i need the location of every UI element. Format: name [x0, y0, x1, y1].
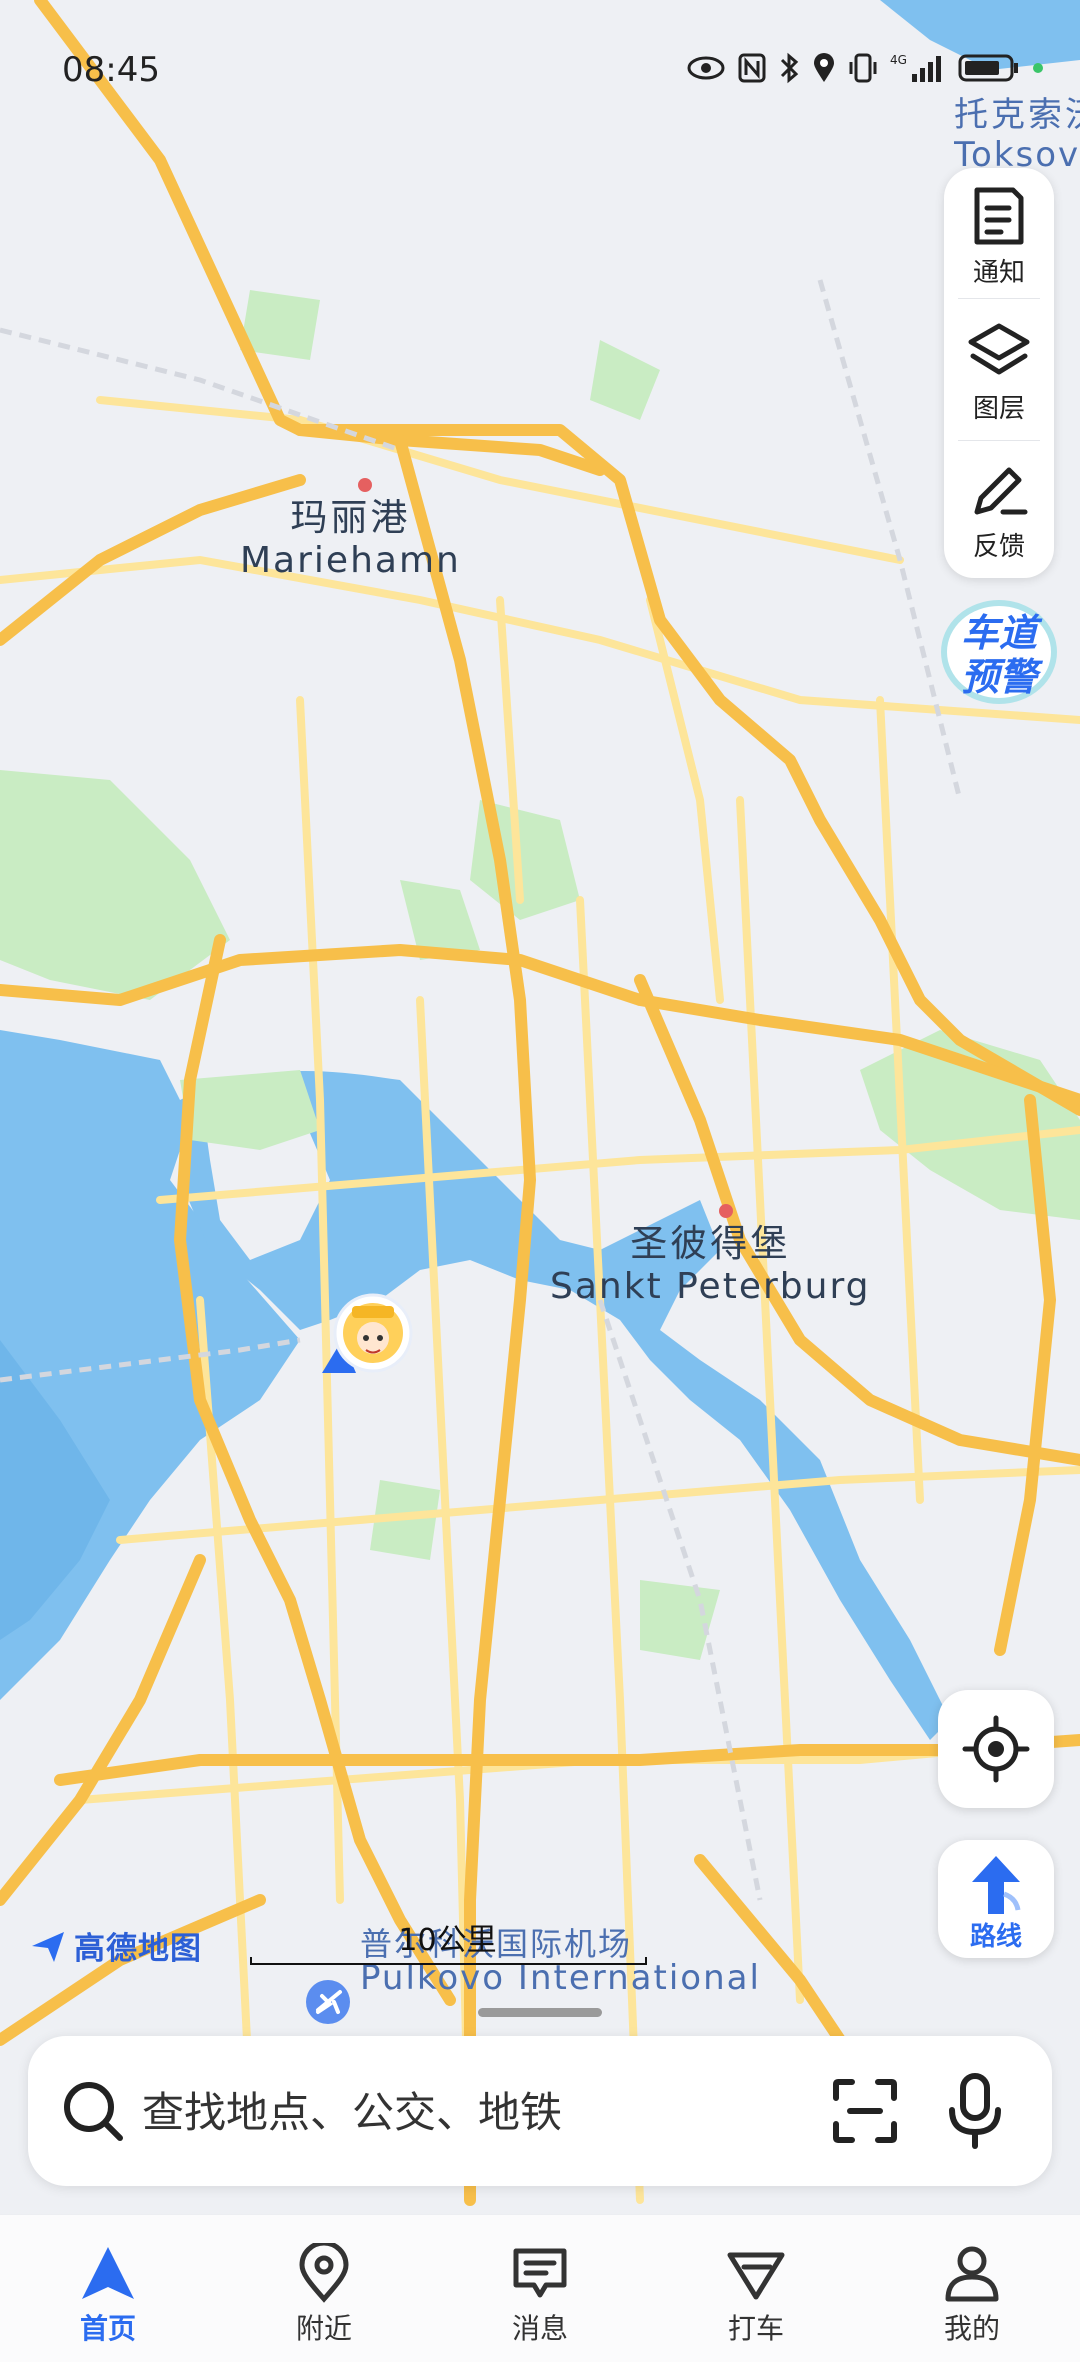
- notify-icon: [974, 187, 1024, 245]
- network-type: 4G: [890, 53, 907, 67]
- brand-name: 高德地图: [74, 1931, 202, 1967]
- lane-warning-button[interactable]: 车道 预警: [936, 596, 1062, 708]
- app-root: 玛丽港 Mariehamn 圣彼得堡 Sankt Peterburg 托克索沃 …: [0, 0, 1080, 2362]
- feedback-label: 反馈: [972, 532, 1025, 562]
- search-input[interactable]: [140, 2080, 824, 2144]
- vibrate-icon: [849, 53, 877, 83]
- eye-icon: [687, 56, 725, 80]
- amap-arrow-icon: [32, 1931, 64, 1962]
- signal-4g-icon: 4G: [890, 53, 941, 82]
- map-graphic: [0, 0, 1080, 2215]
- route-label: 路线: [969, 1922, 1022, 1952]
- nav-messages-label: 消息: [511, 2312, 568, 2345]
- nearby-pin-icon: [299, 2243, 349, 2303]
- scan-icon: [833, 2079, 897, 2143]
- nav-mine-label: 我的: [943, 2312, 1000, 2345]
- message-icon: [513, 2248, 567, 2298]
- spb-dot: [719, 1204, 733, 1218]
- scale-label: 10公里: [398, 1923, 497, 1958]
- nav-nearby-label: 附近: [295, 2312, 352, 2345]
- status-icons: 4G: [686, 52, 1044, 84]
- profile-icon: [945, 2246, 999, 2302]
- map-scale: 10公里: [250, 1915, 647, 1965]
- amap-brand-logo: 高德地图: [30, 1923, 202, 1968]
- green-dot-icon: [1033, 63, 1043, 73]
- scan-button[interactable]: [830, 2076, 900, 2146]
- crosshair-icon: [962, 1715, 1030, 1783]
- layers-button[interactable]: 图层: [944, 304, 1054, 434]
- nfc-icon: [738, 53, 766, 83]
- lane-warning-badge: 车道 预警: [941, 600, 1057, 704]
- mariehamn-en: Mariehamn: [240, 540, 461, 582]
- sheet-drag-handle[interactable]: [478, 2008, 602, 2017]
- scale-line: [250, 1957, 647, 1965]
- route-button[interactable]: 路线: [938, 1840, 1054, 1958]
- search-bar[interactable]: [28, 2036, 1052, 2186]
- search-icon: [64, 2082, 123, 2141]
- mariehamn-dot: [358, 478, 372, 492]
- nav-taxi[interactable]: 打车: [681, 2215, 831, 2362]
- tool-divider: [958, 298, 1040, 299]
- taxi-flag-icon: [727, 2252, 785, 2300]
- pencil-icon: [974, 467, 1028, 515]
- microphone-icon: [949, 2073, 1001, 2149]
- tool-divider: [958, 440, 1040, 441]
- nav-nearby[interactable]: 附近: [249, 2215, 399, 2362]
- notify-label: 通知: [972, 258, 1025, 288]
- map-canvas[interactable]: 玛丽港 Mariehamn 圣彼得堡 Sankt Peterburg 托克索沃 …: [0, 0, 1080, 2215]
- layers-icon: [968, 323, 1030, 375]
- nav-taxi-label: 打车: [727, 2312, 784, 2345]
- battery-icon: [958, 54, 1018, 82]
- nav-home[interactable]: 首页: [33, 2215, 183, 2362]
- lane-warning-line1: 车道: [961, 611, 1043, 655]
- spb-en: Sankt Peterburg: [550, 1266, 871, 1308]
- mariehamn-zh: 玛丽港: [290, 496, 411, 539]
- nav-home-label: 首页: [79, 2312, 136, 2345]
- mariehamn-label[interactable]: 玛丽港 Mariehamn: [240, 496, 461, 582]
- nav-messages[interactable]: 消息: [465, 2215, 615, 2362]
- spb-zh: 圣彼得堡: [630, 1222, 791, 1265]
- bluetooth-icon: [780, 52, 799, 84]
- location-icon: [814, 53, 834, 82]
- notify-button[interactable]: 通知: [944, 168, 1054, 298]
- airport-en: Pulkovo International: [360, 1959, 761, 1999]
- status-time: 08:45: [62, 50, 160, 90]
- voice-button[interactable]: [940, 2072, 1010, 2150]
- nav-mine[interactable]: 我的: [897, 2215, 1047, 2362]
- feedback-button[interactable]: 反馈: [944, 442, 1054, 572]
- locate-button[interactable]: [938, 1690, 1054, 1808]
- home-navigation-arrow-icon: [82, 2247, 134, 2299]
- route-arrow-icon: [972, 1856, 1021, 1914]
- status-bar: 08:45 4G: [0, 0, 1080, 140]
- map-tool-panel: 通知 图层 反馈: [944, 168, 1054, 578]
- spb-label[interactable]: 圣彼得堡 Sankt Peterburg: [550, 1222, 870, 1308]
- layers-label: 图层: [972, 394, 1025, 424]
- lane-warning-line2: 预警: [961, 655, 1044, 699]
- bottom-nav-bar: 首页 附近 消息 打车 我的: [0, 2214, 1080, 2362]
